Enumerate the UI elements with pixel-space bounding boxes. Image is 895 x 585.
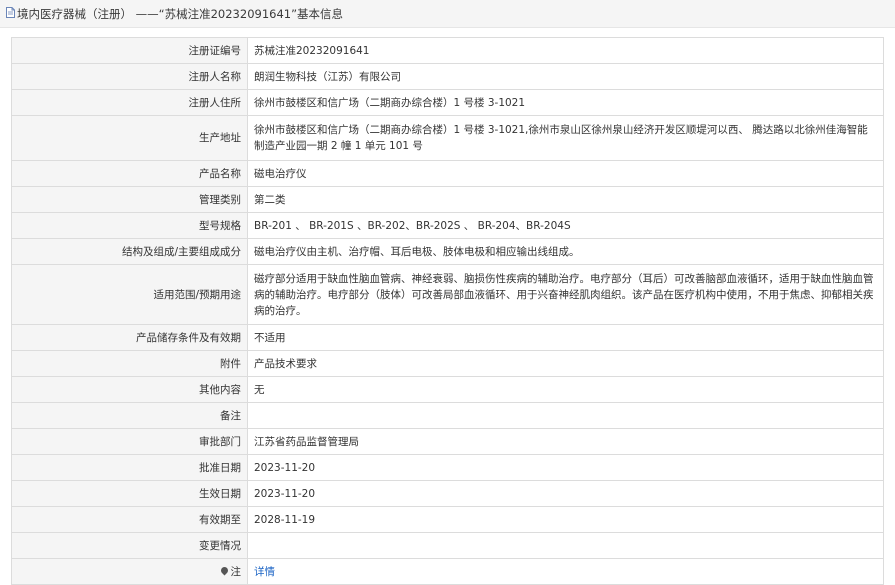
field-value: 江苏省药品监督管理局 [247,428,884,455]
registration-info-table: 注册证编号 苏械注准20232091641 注册人名称 朗润生物科技（江苏）有限… [11,37,884,585]
table-row: 管理类别 第二类 [11,186,884,213]
table-row: 注册人住所 徐州市鼓楼区和信广场（二期商办综合楼）1 号楼 3-1021 [11,89,884,116]
page-header: 境内医疗器械（注册） ——“苏械注准20232091641”基本信息 [0,0,895,28]
field-label: 批准日期 [11,454,248,481]
map-pin-icon [219,565,229,576]
table-row: 结构及组成/主要组成成分 磁电治疗仪由主机、治疗帽、耳后电极、肢体电极和相应输出… [11,238,884,265]
table-row: 变更情况 [11,532,884,559]
table-row: 型号规格 BR-201 、 BR-201S 、BR-202、BR-202S 、 … [11,212,884,239]
field-value: BR-201 、 BR-201S 、BR-202、BR-202S 、 BR-20… [247,212,884,239]
field-value: 无 [247,376,884,403]
field-label: 备注 [11,402,248,429]
field-value: 磁疗部分适用于缺血性脑血管病、神经衰弱、脑损伤性疾病的辅助治疗。电疗部分（耳后）… [247,264,884,325]
field-value: 徐州市鼓楼区和信广场（二期商办综合楼）1 号楼 3-1021 [247,89,884,116]
field-value [247,402,884,429]
field-value: 2023-11-20 [247,480,884,507]
field-label: 型号规格 [11,212,248,239]
field-label: 注册证编号 [11,37,248,64]
page-title: 境内医疗器械（注册） ——“苏械注准20232091641”基本信息 [17,7,344,21]
field-label: 生效日期 [11,480,248,507]
table-row: 其他内容 无 [11,376,884,403]
field-value: 不适用 [247,324,884,351]
field-label: 管理类别 [11,186,248,213]
table-row: 注册证编号 苏械注准20232091641 [11,37,884,64]
table-row: 生产地址 徐州市鼓楼区和信广场（二期商办综合楼）1 号楼 3-1021,徐州市泉… [11,115,884,161]
field-label: 附件 [11,350,248,377]
field-value: 朗润生物科技（江苏）有限公司 [247,63,884,90]
table-row: 附件 产品技术要求 [11,350,884,377]
field-value [247,532,884,559]
field-label: 注册人住所 [11,89,248,116]
field-label: 有效期至 [11,506,248,533]
field-label: 结构及组成/主要组成成分 [11,238,248,265]
field-label: 适用范围/预期用途 [11,264,248,325]
field-value: 磁电治疗仪由主机、治疗帽、耳后电极、肢体电极和相应输出线组成。 [247,238,884,265]
table-row: 备注 [11,402,884,429]
field-label: 审批部门 [11,428,248,455]
table-row: 有效期至 2028-11-19 [11,506,884,533]
field-label: 生产地址 [11,115,248,161]
table-row: 批准日期 2023-11-20 [11,454,884,481]
table-row: 生效日期 2023-11-20 [11,480,884,507]
field-label: 产品名称 [11,160,248,187]
table-row: 产品名称 磁电治疗仪 [11,160,884,187]
table-row: 产品储存条件及有效期 不适用 [11,324,884,351]
table-row: 审批部门 江苏省药品监督管理局 [11,428,884,455]
document-icon [6,7,15,18]
field-value: 2023-11-20 [247,454,884,481]
field-value: 2028-11-19 [247,506,884,533]
field-value: 苏械注准20232091641 [247,37,884,64]
table-row: 注册人名称 朗润生物科技（江苏）有限公司 [11,63,884,90]
field-value: 第二类 [247,186,884,213]
field-value: 产品技术要求 [247,350,884,377]
field-label: 变更情况 [11,532,248,559]
field-label: 产品储存条件及有效期 [11,324,248,351]
field-value: 磁电治疗仪 [247,160,884,187]
field-label: 其他内容 [11,376,248,403]
field-value: 徐州市鼓楼区和信广场（二期商办综合楼）1 号楼 3-1021,徐州市泉山区徐州泉… [247,115,884,161]
table-row: 适用范围/预期用途 磁疗部分适用于缺血性脑血管病、神经衰弱、脑损伤性疾病的辅助治… [11,264,884,325]
field-label: 注册人名称 [11,63,248,90]
details-link[interactable]: 详情 [254,566,275,578]
note-label: 注 [230,565,242,578]
